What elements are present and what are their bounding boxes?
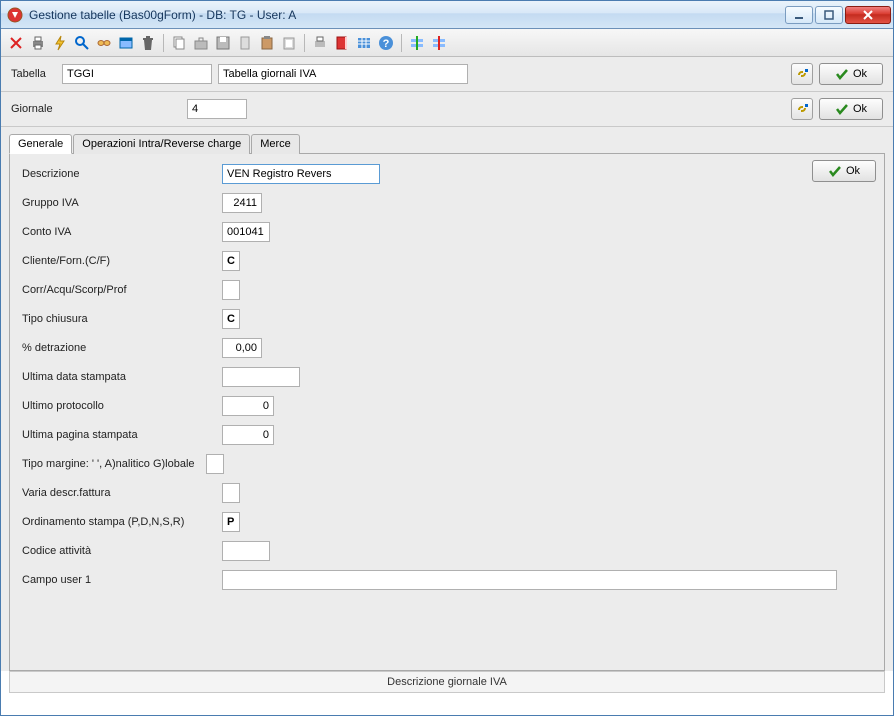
tipo-margine-input[interactable] [206, 454, 224, 474]
gruppo-iva-label: Gruppo IVA [22, 197, 222, 209]
toolbar-separator [163, 34, 164, 52]
search-icon[interactable] [73, 34, 91, 52]
corr-input[interactable] [222, 280, 240, 300]
link-button-2[interactable] [791, 98, 813, 120]
cliente-forn-label: Cliente/Forn.(C/F) [22, 255, 222, 267]
detrazione-label: % detrazione [22, 342, 222, 354]
tipo-chiusura-input[interactable] [222, 309, 240, 329]
varia-descr-label: Varia descr.fattura [22, 487, 222, 499]
gruppo-iva-input[interactable] [222, 193, 262, 213]
toolbar-separator [401, 34, 402, 52]
tab-generale[interactable]: Generale [9, 134, 72, 154]
window-frame: Gestione tabelle (Bas00gForm) - DB: TG -… [0, 0, 894, 716]
giornale-label: Giornale [11, 103, 181, 115]
titlebar: Gestione tabelle (Bas00gForm) - DB: TG -… [1, 1, 893, 29]
document-icon[interactable] [236, 34, 254, 52]
copy-icon[interactable] [170, 34, 188, 52]
lightning-icon[interactable] [51, 34, 69, 52]
cliente-forn-input[interactable] [222, 251, 240, 271]
help-icon[interactable]: ? [377, 34, 395, 52]
status-bar: Descrizione giornale IVA [9, 671, 885, 693]
ok-button-giornale[interactable]: Ok [819, 98, 883, 120]
ok-label: Ok [853, 68, 867, 80]
tab-operazioni[interactable]: Operazioni Intra/Reverse charge [73, 134, 250, 154]
ultimo-protocollo-input[interactable] [222, 396, 274, 416]
tabella-desc-input[interactable] [218, 64, 468, 84]
tipo-chiusura-label: Tipo chiusura [22, 313, 222, 325]
conto-iva-input[interactable] [222, 222, 270, 242]
status-text: Descrizione giornale IVA [387, 676, 507, 688]
codice-attivita-input[interactable] [222, 541, 270, 561]
tabs: Generale Operazioni Intra/Reverse charge… [9, 134, 885, 154]
ultima-pagina-label: Ultima pagina stampata [22, 429, 222, 441]
briefcase-icon[interactable] [192, 34, 210, 52]
window-controls [785, 6, 891, 24]
ok-button-form[interactable]: Ok [812, 160, 876, 182]
close-button[interactable] [845, 6, 891, 24]
app-icon [7, 7, 23, 23]
book-icon[interactable] [333, 34, 351, 52]
tab-merce[interactable]: Merce [251, 134, 300, 154]
giornale-input[interactable] [187, 99, 247, 119]
insert-row-icon[interactable] [408, 34, 426, 52]
clipboard-icon[interactable] [280, 34, 298, 52]
ok-label: Ok [846, 165, 860, 177]
print-icon[interactable] [29, 34, 47, 52]
svg-text:?: ? [383, 38, 390, 50]
tipo-margine-label: Tipo margine: ' ', A)nalitico G)lobale [22, 458, 206, 470]
goggles-icon[interactable] [95, 34, 113, 52]
cancel-icon[interactable] [7, 34, 25, 52]
tabella-code-input[interactable] [62, 64, 212, 84]
tabella-row: Tabella Ok [1, 57, 893, 92]
giornale-row: Giornale Ok [1, 92, 893, 127]
ordinamento-label: Ordinamento stampa (P,D,N,S,R) [22, 516, 222, 528]
printer2-icon[interactable] [311, 34, 329, 52]
tabella-label: Tabella [11, 68, 56, 80]
codice-attivita-label: Codice attività [22, 545, 222, 557]
tabs-container: Generale Operazioni Intra/Reverse charge… [1, 127, 893, 671]
campo-user-input[interactable] [222, 570, 837, 590]
detrazione-input[interactable] [222, 338, 262, 358]
ordinamento-input[interactable] [222, 512, 240, 532]
window-icon[interactable] [117, 34, 135, 52]
tab-content-generale: Ok Descrizione Gruppo IVA Conto IVA Clie… [9, 153, 885, 671]
ultima-data-input[interactable] [222, 367, 300, 387]
descrizione-label: Descrizione [22, 168, 222, 180]
ultimo-protocollo-label: Ultimo protocollo [22, 400, 222, 412]
trash-icon[interactable] [139, 34, 157, 52]
campo-user-label: Campo user 1 [22, 574, 222, 586]
corr-label: Corr/Acqu/Scorp/Prof [22, 284, 222, 296]
varia-descr-input[interactable] [222, 483, 240, 503]
delete-row-icon[interactable] [430, 34, 448, 52]
toolbar: ? [1, 29, 893, 57]
link-button[interactable] [791, 63, 813, 85]
grid-icon[interactable] [355, 34, 373, 52]
toolbar-separator [304, 34, 305, 52]
paste-icon[interactable] [258, 34, 276, 52]
ultima-data-label: Ultima data stampata [22, 371, 222, 383]
window-title: Gestione tabelle (Bas00gForm) - DB: TG -… [29, 8, 785, 22]
descrizione-input[interactable] [222, 164, 380, 184]
save-icon[interactable] [214, 34, 232, 52]
minimize-button[interactable] [785, 6, 813, 24]
ultima-pagina-input[interactable] [222, 425, 274, 445]
ok-label: Ok [853, 103, 867, 115]
conto-iva-label: Conto IVA [22, 226, 222, 238]
ok-button-tabella[interactable]: Ok [819, 63, 883, 85]
maximize-button[interactable] [815, 6, 843, 24]
